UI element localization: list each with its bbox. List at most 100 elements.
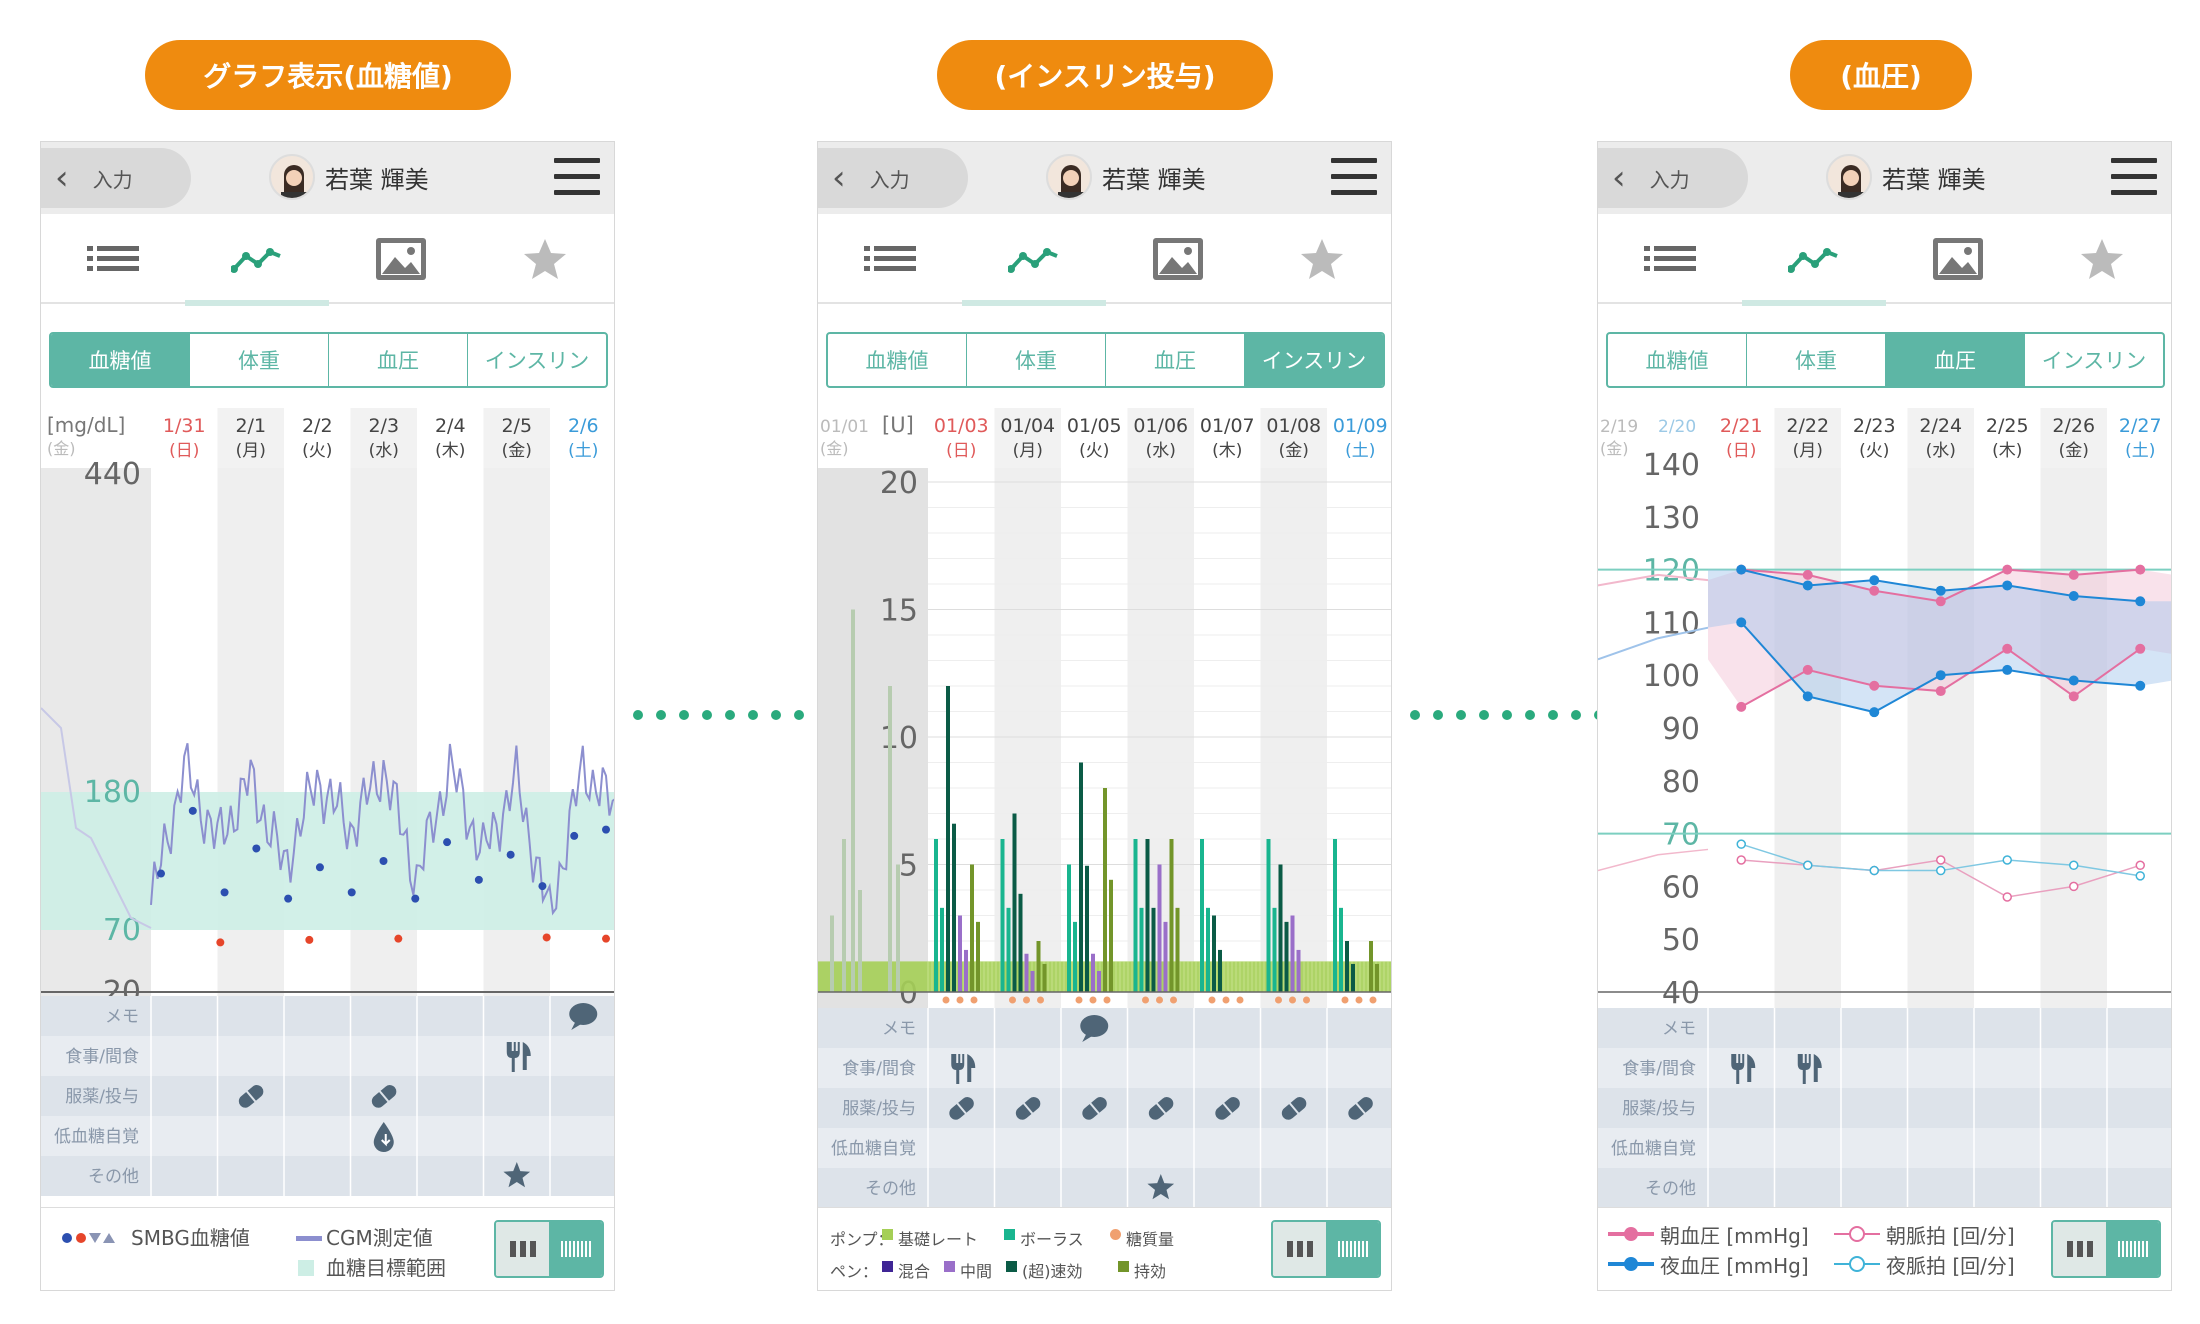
smbg-point: [284, 894, 293, 903]
tab-list[interactable]: [818, 214, 962, 304]
carb-dot: [1369, 996, 1377, 1004]
segment-glucose[interactable]: 血糖値: [1608, 334, 1746, 386]
dense-view-icon[interactable]: [549, 1222, 602, 1276]
user-name: 若葉 輝美: [1882, 165, 1986, 194]
tab-graph[interactable]: [185, 214, 329, 306]
carb-dot: [1289, 996, 1296, 1004]
y-tick-label: 5: [899, 849, 918, 884]
hamburger-menu-icon[interactable]: [2111, 158, 2157, 196]
y-tick-label: 130: [1643, 501, 1700, 536]
carb-dot: [1208, 996, 1216, 1004]
insulin-dose-bar: [1284, 921, 1289, 992]
weekday-label: (土): [568, 441, 598, 461]
date-label: 01/05: [1067, 415, 1122, 437]
weekly-view-icon[interactable]: [2053, 1222, 2106, 1276]
weekly-view-icon[interactable]: [1273, 1222, 1326, 1276]
view-density-toggle[interactable]: [2051, 1220, 2161, 1278]
segment-weight[interactable]: 体重: [189, 334, 328, 386]
tab-photos[interactable]: [329, 214, 473, 304]
line-graph-icon: [1008, 248, 1058, 273]
segment-insulin[interactable]: インスリン: [1244, 334, 1383, 386]
star-icon: [2081, 239, 2123, 279]
insulin-dose-bar: [1218, 949, 1222, 992]
evening-pulse-point: [1803, 860, 1813, 871]
basal-legend-swatch: [882, 1229, 893, 1240]
segment-glucose[interactable]: 血糖値: [51, 334, 189, 386]
hamburger-menu-icon[interactable]: [1331, 158, 1377, 196]
segment-weight[interactable]: 体重: [966, 334, 1105, 386]
tab-graph[interactable]: [1742, 214, 1886, 306]
back-button[interactable]: ‹ 入力: [818, 148, 968, 208]
insulin-dose-bar: [1278, 864, 1283, 992]
prev-dose-bar: [896, 864, 900, 992]
segment-bp[interactable]: 血圧: [328, 334, 467, 386]
date-label: 2/1: [235, 415, 266, 437]
carb-dot: [1075, 996, 1083, 1004]
date-label: 2/26: [2052, 415, 2095, 437]
event-row-label: 低血糖自覚: [54, 1127, 139, 1147]
back-button[interactable]: ‹ 入力: [41, 148, 191, 208]
back-button[interactable]: ‹ 入力: [1598, 148, 1748, 208]
smbg-point: [157, 869, 165, 878]
date-label: 01/06: [1133, 415, 1188, 437]
segment-bp[interactable]: 血圧: [1885, 334, 2024, 386]
insulin-dose-bar: [952, 823, 956, 992]
rapid-legend-swatch: [1006, 1261, 1017, 1272]
tab-photos[interactable]: [1886, 214, 2030, 304]
segment-insulin[interactable]: インスリン: [467, 334, 606, 386]
dense-view-icon[interactable]: [2106, 1222, 2159, 1276]
evening-bp-point: [1802, 691, 1813, 702]
legend-intermediate: 中間: [960, 1262, 993, 1281]
evening-bp-point: [1935, 670, 1946, 681]
tab-favorites[interactable]: [1250, 214, 1391, 304]
event-row-label: 服薬/投与: [1622, 1099, 1696, 1119]
y-tick-label: 90: [1662, 712, 1700, 747]
back-label: 入力: [1649, 167, 1690, 192]
carb-dot: [1341, 996, 1349, 1004]
morning-pulse-legend-marker: [1834, 1226, 1880, 1242]
list-icon: [87, 246, 139, 271]
bolus-legend-swatch: [1004, 1229, 1015, 1240]
header-glucose-label: グラフ表示(血糖値): [203, 60, 453, 93]
tab-graph[interactable]: [962, 214, 1106, 306]
view-density-toggle[interactable]: [494, 1220, 604, 1278]
tab-list[interactable]: [1598, 214, 1742, 304]
dense-view-icon[interactable]: [1326, 1222, 1379, 1276]
insulin-dose-bar: [1079, 762, 1083, 992]
tab-favorites[interactable]: [473, 214, 614, 304]
y-tick-label: 50: [1662, 923, 1700, 958]
insulin-dose-bar: [946, 686, 950, 992]
tab-list[interactable]: [41, 214, 185, 304]
avatar: [269, 154, 315, 200]
smbg-point: [570, 831, 579, 840]
date-label: 01/08: [1266, 415, 1321, 437]
user-info: 若葉 輝美: [1046, 154, 1206, 200]
evening-bp-point: [1869, 575, 1880, 586]
insulin-dose-bar: [1296, 949, 1301, 992]
morning-pulse-point: [1936, 855, 1946, 865]
evening-bp-legend-marker: [1608, 1257, 1654, 1271]
tab-favorites[interactable]: [2030, 214, 2171, 304]
weekday-label: (木): [1992, 441, 2022, 461]
tab-photos[interactable]: [1106, 214, 1250, 304]
evening-bp-point: [2068, 675, 2079, 686]
morning-bp-point: [2135, 564, 2146, 575]
hamburger-menu-icon[interactable]: [554, 158, 600, 196]
user-info: 若葉 輝美: [1826, 154, 1986, 200]
segment-insulin[interactable]: インスリン: [2024, 334, 2163, 386]
segment-weight[interactable]: 体重: [1746, 334, 1885, 386]
prev-weekday-label: (金): [47, 439, 76, 458]
smbg-low-point: [305, 935, 314, 944]
y-tick-label: 40: [1662, 976, 1700, 1011]
view-density-toggle[interactable]: [1271, 1220, 1381, 1278]
smbg-point: [506, 850, 515, 859]
segment-glucose[interactable]: 血糖値: [828, 334, 966, 386]
insulin-dose-bar: [1018, 893, 1023, 992]
insulin-dose-bar: [1103, 788, 1107, 992]
carb-dot: [1023, 996, 1030, 1004]
insulin-dose-bar: [1006, 907, 1011, 992]
segment-bp[interactable]: 血圧: [1105, 334, 1244, 386]
weekly-view-icon[interactable]: [496, 1222, 549, 1276]
weekday-label: (水): [1926, 441, 1956, 461]
legend-rapid: (超)速効: [1022, 1262, 1083, 1281]
